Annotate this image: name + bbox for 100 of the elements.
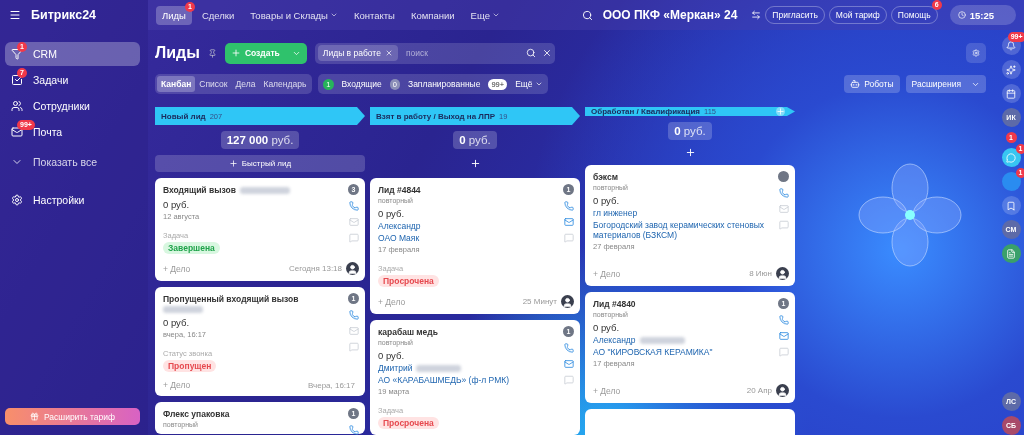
chat-icon[interactable] — [348, 233, 359, 243]
document-button[interactable] — [1001, 244, 1021, 263]
more-dropdown[interactable]: Ещё — [515, 79, 543, 89]
contact-link[interactable]: Александр — [378, 221, 421, 231]
company-link[interactable]: АО «КАРАБАШМЕДЬ» (ф-л РМК) — [378, 375, 554, 385]
card-price: 0 руб. — [593, 195, 621, 206]
card-time: 25 Минут — [522, 297, 557, 306]
close-icon[interactable] — [384, 49, 393, 57]
status-chip: Завершена — [163, 242, 220, 254]
view-tab[interactable]: Список — [195, 76, 232, 92]
settings-icon — [11, 194, 23, 206]
show-all-link[interactable]: Показать все — [5, 150, 140, 174]
chat-icon[interactable] — [778, 220, 789, 230]
column-title: Взят в работу / Выход на ЛПР — [376, 111, 496, 121]
card-title[interactable]: карабаш медь — [378, 327, 438, 337]
search-icon[interactable] — [525, 48, 536, 58]
page-title: Лиды — [155, 44, 200, 62]
plus-icon — [469, 158, 481, 169]
clock-button[interactable]: 15:25 — [949, 5, 1016, 25]
column-sum: 127 000 руб. — [220, 131, 300, 149]
company-link[interactable]: Богородский завод керамических стеновых материалов (БЗКСМ) — [593, 220, 769, 240]
redacted-text — [163, 306, 203, 313]
card-price: 0 руб. — [378, 208, 406, 219]
card-title[interactable]: бэксм — [593, 172, 618, 182]
company-link[interactable]: АО "КИРОВСКАЯ КЕРАМИКА" — [593, 347, 769, 357]
nav-tab[interactable]: Еще — [464, 5, 506, 25]
plus-icon — [230, 48, 241, 58]
status-chip: Просрочена — [378, 417, 439, 429]
card-price: 0 руб. — [593, 322, 621, 333]
mail-icon[interactable] — [348, 217, 359, 227]
status-chip: Пропущен — [163, 360, 217, 372]
gift-icon — [29, 412, 39, 421]
calendar-icon — [1006, 88, 1016, 99]
chat-icon[interactable] — [778, 347, 789, 357]
sparkles-icon — [1006, 64, 1016, 75]
robots-button[interactable]: Роботы — [844, 75, 900, 93]
contact-link[interactable]: Александр — [593, 335, 636, 345]
phone-icon[interactable] — [348, 425, 359, 435]
swap-icon[interactable] — [751, 10, 762, 20]
nav-tab[interactable]: Контакты — [347, 5, 401, 25]
robot-icon — [850, 79, 861, 89]
nav-tab[interactable]: Компании — [404, 5, 461, 25]
card-time: 8 Июн — [749, 269, 772, 278]
mail-icon[interactable] — [348, 326, 359, 336]
mail-icon[interactable] — [563, 359, 574, 369]
card-title[interactable]: Флекс упаковка — [163, 409, 230, 419]
view-tab[interactable]: Канбан — [157, 76, 196, 92]
mail-icon[interactable] — [778, 331, 789, 341]
card-title[interactable]: Входящий вызов — [163, 185, 236, 195]
card-title[interactable]: Лид #4844 — [378, 185, 421, 195]
close-icon[interactable] — [541, 48, 552, 58]
column-sum: 0 руб. — [668, 122, 712, 140]
search-icon[interactable] — [581, 9, 593, 21]
sidebar-item[interactable]: Сотрудники — [5, 94, 140, 118]
chat-icon[interactable] — [563, 375, 574, 385]
nav-tab[interactable]: Сделки — [195, 5, 241, 25]
column-title: Обработан / Квалификация — [591, 107, 700, 116]
redacted-text — [639, 336, 685, 344]
bookmark-icon — [1006, 200, 1016, 211]
column-title: Новый лид — [161, 111, 206, 121]
contact-link[interactable]: гл инженер — [593, 208, 638, 218]
chevron-icon — [534, 80, 543, 88]
chat-icon[interactable] — [563, 233, 574, 243]
filter-chip[interactable]: Лиды в работе — [317, 45, 398, 61]
bell-icon — [1006, 40, 1016, 51]
mail-icon[interactable] — [563, 217, 574, 227]
bookmark-button[interactable] — [1001, 196, 1021, 215]
status-chip: Просрочена — [378, 275, 439, 287]
counter-label[interactable]: Входящие — [341, 79, 382, 89]
nav-tab[interactable]: Товары и Склады — [244, 5, 344, 25]
quick-add-button[interactable]: Быстрый лид — [155, 155, 365, 172]
column-sum: 0 руб. — [453, 131, 497, 149]
plus-icon — [228, 159, 238, 168]
settings-item[interactable]: Настройки — [5, 188, 140, 212]
clock-icon — [957, 11, 966, 19]
calendar-button[interactable] — [1001, 84, 1021, 103]
redacted-text — [239, 186, 290, 194]
pin-icon[interactable] — [207, 48, 217, 58]
logo: Битрикс24 — [31, 8, 97, 22]
view-tab[interactable]: Календарь — [259, 76, 311, 92]
company-link[interactable]: ОАО Маяк — [378, 233, 554, 243]
chat-icon[interactable] — [348, 342, 359, 352]
mail-icon — [11, 126, 23, 138]
mail-icon[interactable] — [778, 204, 789, 214]
counter-label[interactable]: Запланированные — [408, 79, 481, 89]
view-tab[interactable]: Дела — [231, 76, 260, 92]
settings-button[interactable] — [966, 43, 986, 63]
copilot-button[interactable] — [1001, 60, 1021, 79]
contact-link[interactable]: Дмитрий — [378, 363, 413, 373]
card-title[interactable]: Пропущенный входящий вызов — [163, 294, 299, 304]
add-icon[interactable] — [776, 107, 785, 116]
redacted-text — [416, 364, 462, 372]
card-time: Сегодня 13:18 — [289, 264, 342, 273]
card-price: 0 руб. — [163, 199, 191, 210]
extensions-button[interactable]: Расширения — [905, 75, 986, 93]
document-icon — [1006, 248, 1016, 259]
card-title[interactable]: Лид #4840 — [593, 299, 636, 309]
search-field[interactable]: Лиды в работе поиск — [314, 42, 555, 64]
menu-icon[interactable] — [9, 9, 21, 21]
card-price: 0 руб. — [163, 317, 191, 328]
